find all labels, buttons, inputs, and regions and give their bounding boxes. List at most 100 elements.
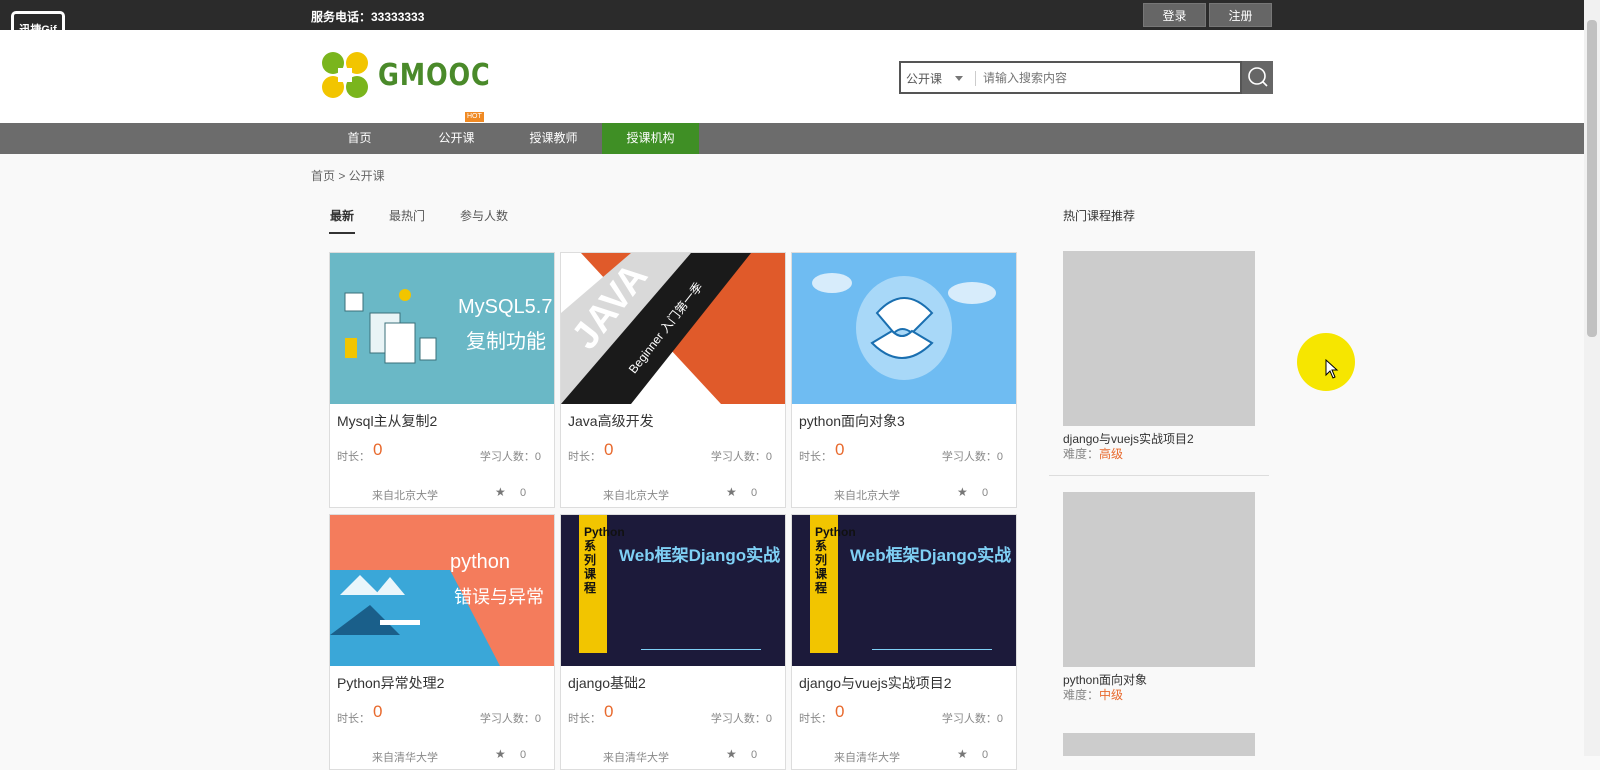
duration-label: 时长： bbox=[337, 451, 370, 463]
search-category-select[interactable]: 公开课 bbox=[906, 70, 942, 87]
search-box: 公开课 bbox=[899, 61, 1242, 94]
chevron-down-icon[interactable] bbox=[955, 76, 963, 81]
thumb-subtitle: Python系列课程 bbox=[584, 525, 625, 595]
tab-hottest[interactable]: 最热门 bbox=[389, 207, 425, 224]
register-button[interactable]: 注册 bbox=[1209, 3, 1272, 27]
sidebar-course-level: 难度：高级 bbox=[1063, 445, 1123, 462]
page-scrollbar[interactable] bbox=[1584, 0, 1600, 756]
thumb-subtitle: 错误与异常 bbox=[454, 587, 544, 607]
scrollbar-thumb[interactable] bbox=[1587, 20, 1597, 337]
star-icon[interactable]: ★ bbox=[495, 485, 506, 499]
level-value: 高级 bbox=[1099, 447, 1124, 461]
duration-label: 时长： bbox=[568, 713, 601, 725]
nav-teachers[interactable]: 授课教师 bbox=[505, 123, 602, 154]
course-thumbnail[interactable]: JAVA Beginner 入门第一季 bbox=[561, 253, 785, 404]
nav-organizations[interactable]: 授课机构 bbox=[602, 123, 699, 154]
search-icon bbox=[1248, 67, 1268, 87]
learners-count: 学习人数：0 bbox=[479, 451, 541, 463]
course-school: 来自北京大学 bbox=[372, 490, 438, 502]
sidebar-title: 热门课程推荐 bbox=[1063, 209, 1136, 223]
thumb-line bbox=[872, 649, 992, 650]
star-icon[interactable]: ★ bbox=[726, 485, 737, 499]
learners-count: 学习人数：0 bbox=[710, 713, 772, 725]
thumb-title: Web框架Django实战 bbox=[850, 546, 1012, 565]
fav-count: 0 bbox=[751, 487, 758, 499]
hot-badge: HOT bbox=[465, 112, 484, 122]
star-icon[interactable]: ★ bbox=[495, 747, 506, 761]
fav-count: 0 bbox=[520, 749, 527, 761]
duration-value: 0 bbox=[604, 440, 614, 459]
sidebar-divider bbox=[1049, 475, 1269, 476]
duration-label: 时长： bbox=[799, 713, 832, 725]
logo-icon[interactable] bbox=[320, 50, 370, 100]
python-illustration-icon bbox=[812, 273, 996, 380]
nav-home[interactable]: 首页 bbox=[311, 123, 408, 154]
search-divider bbox=[975, 71, 976, 86]
thumb-subtitle: Python系列课程 bbox=[815, 525, 856, 595]
sidebar-course-image[interactable] bbox=[1063, 251, 1255, 426]
search-input[interactable] bbox=[983, 68, 1233, 88]
course-card[interactable]: Python系列课程 Web框架Django实战 django与vuejs实战项… bbox=[791, 514, 1017, 770]
level-label: 难度： bbox=[1063, 688, 1100, 702]
course-thumbnail[interactable]: Python系列课程 Web框架Django实战 bbox=[561, 515, 785, 666]
course-title[interactable]: python面向对象3 bbox=[799, 411, 905, 431]
thumb-title: Web框架Django实战 bbox=[619, 546, 781, 565]
course-thumbnail[interactable]: Python系列课程 Web框架Django实战 bbox=[792, 515, 1016, 666]
course-title[interactable]: django与vuejs实战项目2 bbox=[799, 673, 952, 693]
level-value: 中级 bbox=[1099, 688, 1124, 702]
thumb-subtitle: 复制功能 bbox=[466, 331, 546, 353]
learners-count: 学习人数：0 bbox=[710, 451, 772, 463]
course-school: 来自北京大学 bbox=[834, 490, 900, 502]
thumb-title: python bbox=[450, 551, 511, 573]
course-school: 来自清华大学 bbox=[603, 752, 669, 764]
course-title[interactable]: Python异常处理2 bbox=[337, 673, 444, 693]
star-icon[interactable]: ★ bbox=[726, 747, 737, 761]
fav-count: 0 bbox=[751, 749, 758, 761]
duration-value: 0 bbox=[604, 702, 614, 721]
top-bar: 服务电话：33333333 登录 注册 bbox=[0, 0, 1584, 30]
mouse-cursor-icon bbox=[1325, 359, 1339, 379]
sidebar-course-image[interactable] bbox=[1063, 733, 1255, 756]
course-card[interactable]: MySQL5.7 复制功能 Mysql主从复制2 时长： 0 学习人数：0 来自… bbox=[329, 252, 555, 508]
course-title[interactable]: Java高级开发 bbox=[568, 411, 654, 431]
service-phone: 服务电话：33333333 bbox=[311, 10, 425, 24]
course-school: 来自北京大学 bbox=[603, 490, 669, 502]
nav-courses[interactable]: 公开课 bbox=[408, 123, 505, 154]
duration-label: 时长： bbox=[337, 713, 370, 725]
course-thumbnail[interactable]: python 错误与异常 bbox=[330, 515, 554, 666]
duration-value: 0 bbox=[373, 702, 383, 721]
course-card[interactable]: JAVA Beginner 入门第一季 Java高级开发 时长： 0 学习人数：… bbox=[560, 252, 786, 508]
tab-latest[interactable]: 最新 bbox=[330, 207, 354, 224]
learners-count: 学习人数：0 bbox=[479, 713, 541, 725]
course-title[interactable]: Mysql主从复制2 bbox=[337, 411, 437, 431]
tab-participants[interactable]: 参与人数 bbox=[460, 207, 508, 224]
course-thumbnail[interactable]: MySQL5.7 复制功能 bbox=[330, 253, 554, 404]
course-card[interactable]: python面向对象3 时长： 0 学习人数：0 来自北京大学 ★ 0 bbox=[791, 252, 1017, 508]
course-thumbnail[interactable] bbox=[792, 253, 1016, 404]
site-header: GMOOC 公开课 bbox=[0, 30, 1584, 123]
duration-label: 时长： bbox=[568, 451, 601, 463]
learners-count: 学习人数：0 bbox=[941, 713, 1003, 725]
breadcrumb[interactable]: 首页 > 公开课 bbox=[311, 167, 385, 184]
thumb-line bbox=[641, 649, 761, 650]
logo-text[interactable]: GMOOC bbox=[378, 58, 491, 93]
star-icon[interactable]: ★ bbox=[957, 747, 968, 761]
thumb-title: MySQL5.7 bbox=[458, 296, 553, 318]
duration-label: 时长： bbox=[799, 451, 832, 463]
duration-value: 0 bbox=[835, 440, 845, 459]
main-nav: 首页 公开课 授课教师 授课机构 bbox=[0, 123, 1584, 154]
search-button[interactable] bbox=[1242, 61, 1273, 94]
learners-count: 学习人数：0 bbox=[941, 451, 1003, 463]
course-card[interactable]: Python系列课程 Web框架Django实战 django基础2 时长： 0… bbox=[560, 514, 786, 770]
sidebar-course-image[interactable] bbox=[1063, 492, 1255, 667]
star-icon[interactable]: ★ bbox=[957, 485, 968, 499]
login-button[interactable]: 登录 bbox=[1143, 3, 1206, 27]
fav-count: 0 bbox=[982, 749, 989, 761]
course-school: 来自清华大学 bbox=[834, 752, 900, 764]
course-title[interactable]: django基础2 bbox=[568, 673, 646, 693]
level-label: 难度： bbox=[1063, 447, 1100, 461]
tab-active-underline bbox=[329, 232, 355, 234]
sidebar-course-level: 难度：中级 bbox=[1063, 686, 1123, 703]
duration-value: 0 bbox=[835, 702, 845, 721]
course-card[interactable]: python 错误与异常 Python异常处理2 时长： 0 学习人数：0 来自… bbox=[329, 514, 555, 770]
